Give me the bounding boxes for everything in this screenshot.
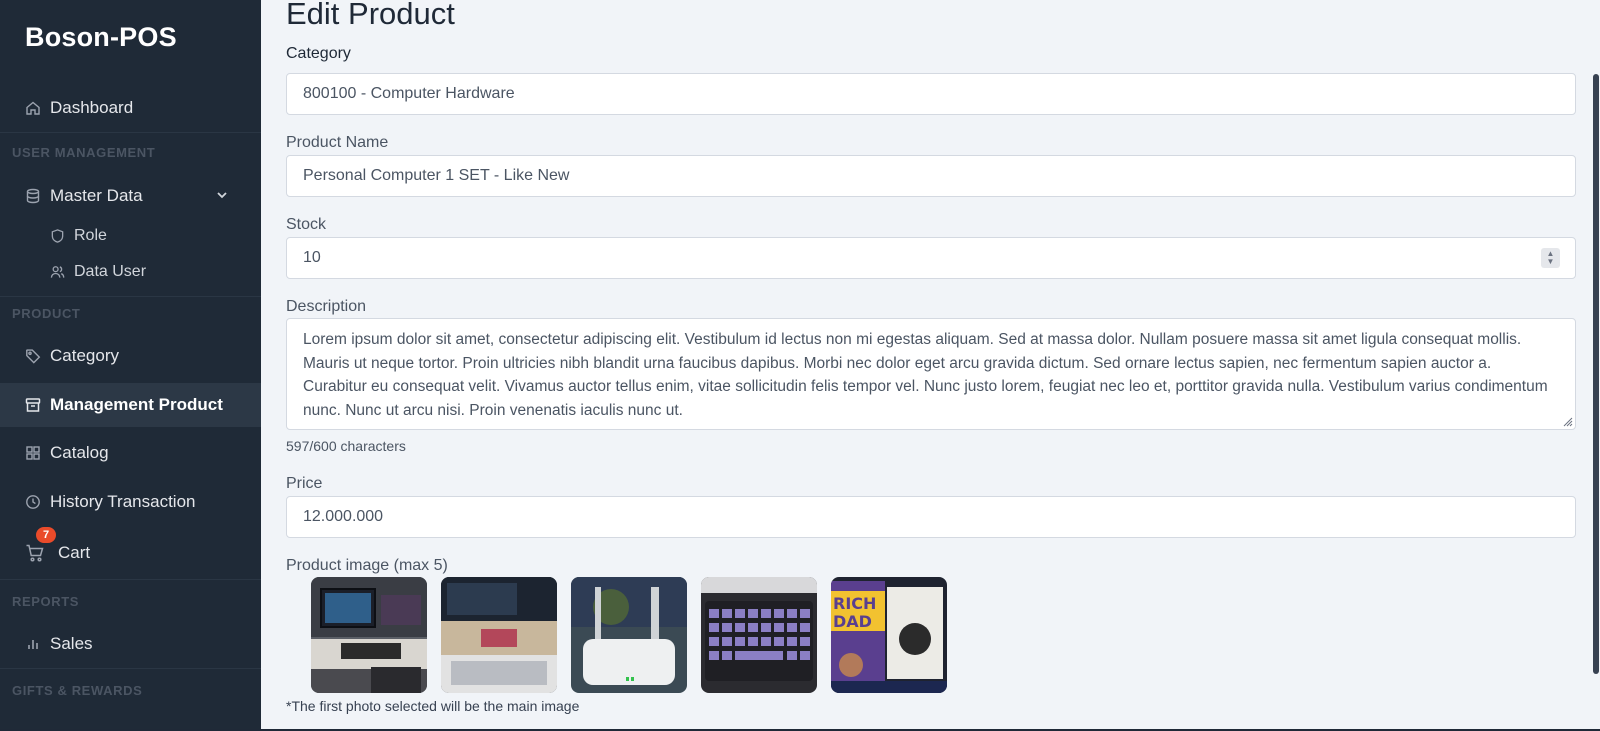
image-thumbnails: RICH DAD (311, 577, 947, 693)
home-icon (25, 100, 41, 116)
section-user-management: USER MANAGEMENT (12, 145, 156, 160)
divider (0, 579, 261, 580)
section-reports: REPORTS (12, 594, 80, 609)
product-image-thumbnail[interactable] (701, 577, 817, 693)
users-icon (50, 265, 65, 280)
svg-text:RICH: RICH (833, 594, 876, 613)
tag-icon (25, 348, 41, 364)
cart-badge: 7 (34, 525, 58, 545)
category-select[interactable]: 800100 - Computer Hardware (286, 73, 1576, 115)
product-image-label: Product image (max 5) (286, 557, 448, 574)
database-icon (25, 188, 41, 204)
price-input[interactable]: 12.000.000 (286, 496, 1576, 538)
sidebar-item-label: History Transaction (50, 492, 196, 511)
sidebar-item-role[interactable]: Role (0, 218, 261, 254)
sidebar-item-master-data[interactable]: Master Data (0, 174, 261, 218)
scrollbar[interactable] (1593, 74, 1599, 674)
char-counter: 597/600 characters (286, 438, 406, 454)
grid-icon (25, 445, 41, 461)
sidebar-item-label: Category (50, 346, 119, 365)
cart-icon (25, 543, 45, 563)
sidebar-item-label: Catalog (50, 443, 109, 462)
sidebar-item-label: Dashboard (50, 98, 134, 117)
svg-text:DAD: DAD (833, 612, 872, 631)
description-label: Description (286, 298, 367, 315)
product-image-thumbnail[interactable] (441, 577, 557, 693)
archive-icon (25, 397, 41, 413)
page-title: Edit Product (286, 0, 455, 31)
price-label: Price (286, 475, 323, 492)
sidebar-item-history-transaction[interactable]: History Transaction (0, 480, 261, 524)
sidebar-item-dashboard[interactable]: Dashboard (0, 86, 261, 130)
product-name-input[interactable]: Personal Computer 1 SET - Like New (286, 155, 1576, 197)
resize-handle-icon[interactable] (1561, 415, 1573, 427)
stepper-icon[interactable]: ▲ ▼ (1541, 248, 1560, 268)
sidebar-item-label: Cart (58, 543, 91, 562)
section-gifts-rewards: GIFTS & REWARDS (12, 683, 143, 698)
stock-value: 10 (303, 249, 321, 266)
shield-icon (50, 229, 65, 244)
stock-input[interactable]: 10 ▲ ▼ (286, 237, 1576, 279)
brand-logo[interactable]: Boson-POS (25, 22, 177, 53)
description-textarea[interactable]: Lorem ipsum dolor sit amet, consectetur … (286, 318, 1576, 430)
sidebar-item-cart[interactable]: 7 Cart (0, 525, 261, 575)
sidebar-item-data-user[interactable]: Data User (0, 254, 261, 290)
sidebar-item-label: Role (74, 227, 107, 244)
image-note: *The first photo selected will be the ma… (286, 698, 580, 714)
sidebar-item-label: Management Product (50, 395, 223, 414)
divider (0, 296, 261, 297)
sidebar-item-sales[interactable]: Sales (0, 622, 261, 666)
divider (0, 668, 261, 669)
chevron-down-icon[interactable] (215, 188, 229, 202)
category-label: Category (286, 45, 351, 62)
stock-label: Stock (286, 216, 327, 233)
divider (0, 132, 261, 133)
sidebar-item-label: Data User (74, 263, 147, 280)
sidebar-item-label: Master Data (50, 186, 143, 205)
sidebar-item-label: Sales (50, 634, 93, 653)
description-text: Lorem ipsum dolor sit amet, consectetur … (303, 331, 1548, 419)
sidebar-item-management-product[interactable]: Management Product (0, 383, 261, 427)
product-image-thumbnail[interactable] (571, 577, 687, 693)
main-content: Edit Product Category 800100 - Computer … (261, 0, 1600, 731)
bar-chart-icon (25, 636, 41, 652)
section-product: PRODUCT (12, 306, 81, 321)
product-name-label: Product Name (286, 134, 389, 151)
clock-icon (25, 494, 41, 510)
product-image-thumbnail[interactable]: RICH DAD (831, 577, 947, 693)
sidebar-item-catalog[interactable]: Catalog (0, 431, 261, 475)
sidebar: Boson-POS Dashboard USER MANAGEMENT Mast… (0, 0, 261, 731)
sidebar-item-category[interactable]: Category (0, 334, 261, 378)
product-image-thumbnail[interactable] (311, 577, 427, 693)
